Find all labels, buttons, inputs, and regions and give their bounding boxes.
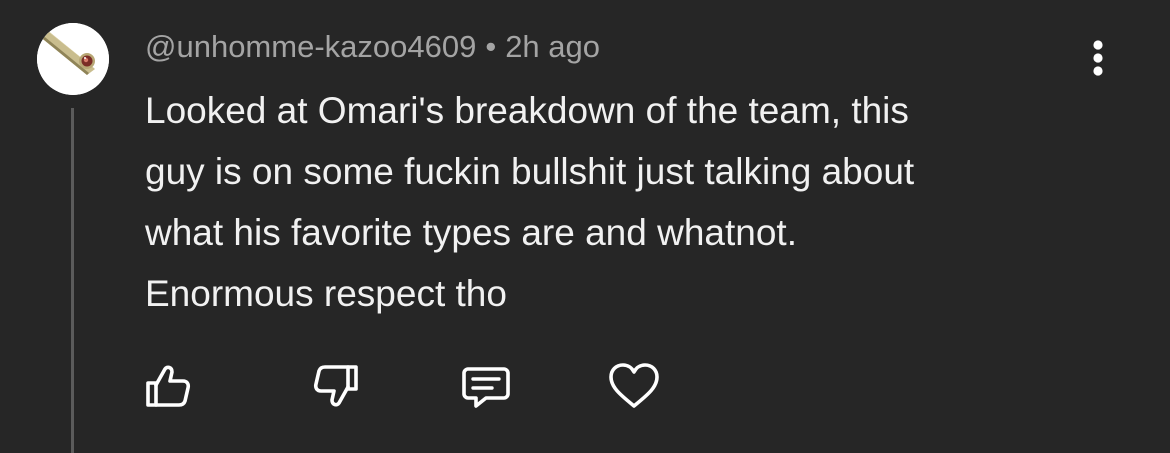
dislike-button[interactable] xyxy=(308,358,364,414)
heart-icon xyxy=(609,363,659,408)
kazoo-avatar-icon xyxy=(37,23,109,95)
comment-icon xyxy=(462,367,510,408)
comment-line: guy is on some fuckin bullshit just talk… xyxy=(145,151,915,192)
meta-separator: • xyxy=(485,29,497,64)
thread-line xyxy=(71,108,74,453)
reply-button[interactable] xyxy=(458,358,514,414)
comment-meta: @unhomme-kazoo4609 • 2h ago xyxy=(145,29,600,65)
vertical-dots-icon xyxy=(1093,40,1103,76)
thumbs-down-icon xyxy=(313,365,358,407)
username[interactable]: @unhomme-kazoo4609 xyxy=(145,29,476,64)
comment-body: Looked at Omari's breakdown of the team,… xyxy=(145,80,1105,324)
comment-line: Looked at Omari's breakdown of the team,… xyxy=(145,90,909,131)
heart-button[interactable] xyxy=(606,358,662,414)
more-options-button[interactable] xyxy=(1084,38,1112,80)
avatar[interactable] xyxy=(37,23,109,95)
timestamp: 2h ago xyxy=(505,29,601,64)
comment-line: what his favorite types are and whatnot. xyxy=(145,212,797,253)
like-button[interactable] xyxy=(140,358,196,414)
comment-line: Enormous respect tho xyxy=(145,273,507,314)
thumbs-up-icon xyxy=(146,365,191,407)
